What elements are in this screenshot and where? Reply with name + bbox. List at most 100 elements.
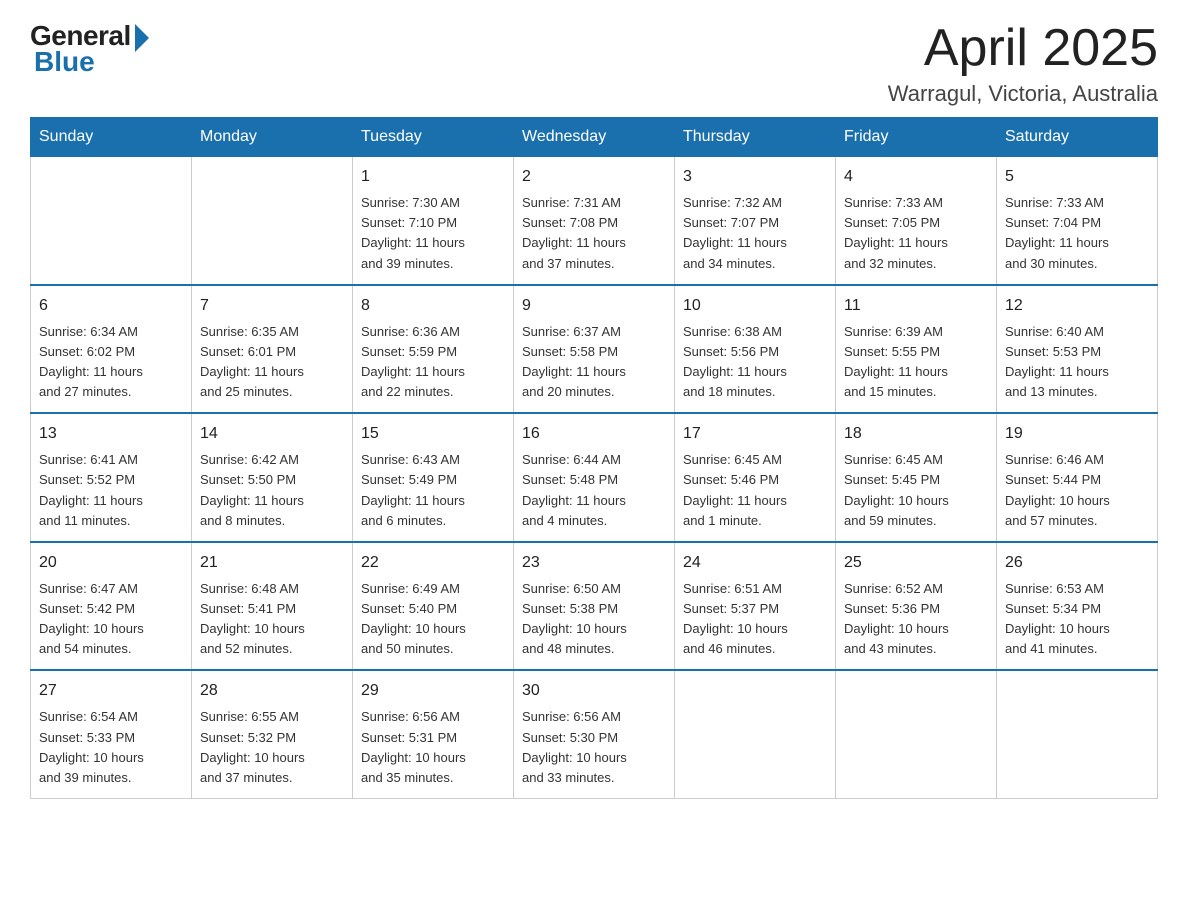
day-number: 30: [522, 679, 666, 703]
day-number: 28: [200, 679, 344, 703]
day-of-week-header: Wednesday: [514, 118, 675, 157]
day-info: Sunrise: 6:40 AM Sunset: 5:53 PM Dayligh…: [1005, 322, 1149, 403]
calendar-cell: 27Sunrise: 6:54 AM Sunset: 5:33 PM Dayli…: [31, 670, 192, 798]
calendar-cell: 5 Sunrise: 7:33 AM Sunset: 7:04 PM Daylig…: [997, 157, 1158, 285]
day-number: 7: [200, 294, 344, 318]
day-info: Sunrise: 6:47 AM Sunset: 5:42 PM Dayligh…: [39, 579, 183, 660]
day-info: Sunrise: 6:53 AM Sunset: 5:34 PM Dayligh…: [1005, 579, 1149, 660]
day-number: 15: [361, 422, 505, 446]
calendar-cell: 23 Sunrise: 6:50 AM Sunset: 5:38 PM Dayli…: [514, 542, 675, 671]
title-block: April 2025 Warragul, Victoria, Australia: [888, 20, 1158, 107]
day-number: 3: [683, 165, 827, 189]
day-info: Sunrise: 7:32 AM Sunset: 7:07 PM Dayligh…: [683, 193, 827, 274]
logo-blue-text: Blue: [34, 46, 95, 78]
day-number: 6: [39, 294, 183, 318]
day-info: Sunrise: 6:52 AM Sunset: 5:36 PM Dayligh…: [844, 579, 988, 660]
day-number: 2: [522, 165, 666, 189]
calendar-week-row: 6Sunrise: 6:34 AM Sunset: 6:02 PM Daylig…: [31, 285, 1158, 414]
day-number: 26: [1005, 551, 1149, 575]
day-number: 19: [1005, 422, 1149, 446]
day-of-week-header: Tuesday: [353, 118, 514, 157]
calendar-cell: 9Sunrise: 6:37 AM Sunset: 5:58 PM Daylig…: [514, 285, 675, 414]
calendar-header-row: SundayMondayTuesdayWednesdayThursdayFrid…: [31, 118, 1158, 157]
day-number: 23: [522, 551, 666, 575]
day-of-week-header: Monday: [192, 118, 353, 157]
page-header: General Blue April 2025 Warragul, Victor…: [30, 20, 1158, 107]
calendar-cell: 24 Sunrise: 6:51 AM Sunset: 5:37 PM Dayli…: [675, 542, 836, 671]
day-info: Sunrise: 6:55 AM Sunset: 5:32 PM Dayligh…: [200, 707, 344, 788]
calendar-week-row: 20 Sunrise: 6:47 AM Sunset: 5:42 PM Dayli…: [31, 542, 1158, 671]
day-info: Sunrise: 7:33 AM Sunset: 7:04 PM Dayligh…: [1005, 193, 1149, 274]
calendar-cell: 18Sunrise: 6:45 AM Sunset: 5:45 PM Dayli…: [836, 413, 997, 542]
day-number: 13: [39, 422, 183, 446]
day-info: Sunrise: 6:51 AM Sunset: 5:37 PM Dayligh…: [683, 579, 827, 660]
day-info: Sunrise: 6:42 AM Sunset: 5:50 PM Dayligh…: [200, 450, 344, 531]
calendar-title: April 2025: [888, 20, 1158, 77]
day-info: Sunrise: 6:56 AM Sunset: 5:31 PM Dayligh…: [361, 707, 505, 788]
day-number: 16: [522, 422, 666, 446]
day-info: Sunrise: 6:43 AM Sunset: 5:49 PM Dayligh…: [361, 450, 505, 531]
calendar-cell: [192, 157, 353, 285]
logo: General Blue: [30, 20, 149, 78]
day-info: Sunrise: 6:50 AM Sunset: 5:38 PM Dayligh…: [522, 579, 666, 660]
calendar-cell: 4Sunrise: 7:33 AM Sunset: 7:05 PM Daylig…: [836, 157, 997, 285]
calendar-cell: 2 Sunrise: 7:31 AM Sunset: 7:08 PM Daylig…: [514, 157, 675, 285]
day-info: Sunrise: 6:37 AM Sunset: 5:58 PM Dayligh…: [522, 322, 666, 403]
day-number: 10: [683, 294, 827, 318]
calendar-cell: 3 Sunrise: 7:32 AM Sunset: 7:07 PM Daylig…: [675, 157, 836, 285]
calendar-cell: 10 Sunrise: 6:38 AM Sunset: 5:56 PM Dayli…: [675, 285, 836, 414]
day-number: 12: [1005, 294, 1149, 318]
calendar-cell: 16 Sunrise: 6:44 AM Sunset: 5:48 PM Dayli…: [514, 413, 675, 542]
calendar-cell: 1 Sunrise: 7:30 AM Sunset: 7:10 PM Daylig…: [353, 157, 514, 285]
day-number: 22: [361, 551, 505, 575]
calendar-cell: 26 Sunrise: 6:53 AM Sunset: 5:34 PM Dayli…: [997, 542, 1158, 671]
day-number: 24: [683, 551, 827, 575]
calendar-week-row: 13 Sunrise: 6:41 AM Sunset: 5:52 PM Dayli…: [31, 413, 1158, 542]
calendar-cell: 13 Sunrise: 6:41 AM Sunset: 5:52 PM Dayli…: [31, 413, 192, 542]
calendar-location: Warragul, Victoria, Australia: [888, 81, 1158, 107]
calendar-cell: 17 Sunrise: 6:45 AM Sunset: 5:46 PM Dayli…: [675, 413, 836, 542]
day-info: Sunrise: 6:44 AM Sunset: 5:48 PM Dayligh…: [522, 450, 666, 531]
logo-arrow-icon: [135, 24, 149, 52]
calendar-cell: 14 Sunrise: 6:42 AM Sunset: 5:50 PM Dayli…: [192, 413, 353, 542]
calendar-cell: [31, 157, 192, 285]
day-number: 11: [844, 294, 988, 318]
day-info: Sunrise: 6:35 AM Sunset: 6:01 PM Dayligh…: [200, 322, 344, 403]
calendar-week-row: 27Sunrise: 6:54 AM Sunset: 5:33 PM Dayli…: [31, 670, 1158, 798]
day-of-week-header: Thursday: [675, 118, 836, 157]
day-number: 5: [1005, 165, 1149, 189]
calendar-table: SundayMondayTuesdayWednesdayThursdayFrid…: [30, 117, 1158, 799]
calendar-cell: 7 Sunrise: 6:35 AM Sunset: 6:01 PM Daylig…: [192, 285, 353, 414]
calendar-cell: 29 Sunrise: 6:56 AM Sunset: 5:31 PM Dayli…: [353, 670, 514, 798]
calendar-cell: 11Sunrise: 6:39 AM Sunset: 5:55 PM Dayli…: [836, 285, 997, 414]
day-info: Sunrise: 6:49 AM Sunset: 5:40 PM Dayligh…: [361, 579, 505, 660]
calendar-cell: 22 Sunrise: 6:49 AM Sunset: 5:40 PM Dayli…: [353, 542, 514, 671]
calendar-cell: [997, 670, 1158, 798]
day-info: Sunrise: 6:48 AM Sunset: 5:41 PM Dayligh…: [200, 579, 344, 660]
calendar-cell: [675, 670, 836, 798]
day-number: 8: [361, 294, 505, 318]
day-info: Sunrise: 6:38 AM Sunset: 5:56 PM Dayligh…: [683, 322, 827, 403]
calendar-cell: 6Sunrise: 6:34 AM Sunset: 6:02 PM Daylig…: [31, 285, 192, 414]
day-number: 21: [200, 551, 344, 575]
calendar-cell: 15 Sunrise: 6:43 AM Sunset: 5:49 PM Dayli…: [353, 413, 514, 542]
day-number: 29: [361, 679, 505, 703]
day-info: Sunrise: 6:56 AM Sunset: 5:30 PM Dayligh…: [522, 707, 666, 788]
day-number: 20: [39, 551, 183, 575]
day-info: Sunrise: 7:33 AM Sunset: 7:05 PM Dayligh…: [844, 193, 988, 274]
day-info: Sunrise: 6:41 AM Sunset: 5:52 PM Dayligh…: [39, 450, 183, 531]
day-info: Sunrise: 6:46 AM Sunset: 5:44 PM Dayligh…: [1005, 450, 1149, 531]
day-info: Sunrise: 6:45 AM Sunset: 5:46 PM Dayligh…: [683, 450, 827, 531]
day-info: Sunrise: 7:30 AM Sunset: 7:10 PM Dayligh…: [361, 193, 505, 274]
calendar-cell: 25Sunrise: 6:52 AM Sunset: 5:36 PM Dayli…: [836, 542, 997, 671]
day-info: Sunrise: 6:45 AM Sunset: 5:45 PM Dayligh…: [844, 450, 988, 531]
calendar-week-row: 1 Sunrise: 7:30 AM Sunset: 7:10 PM Daylig…: [31, 157, 1158, 285]
calendar-cell: [836, 670, 997, 798]
day-number: 14: [200, 422, 344, 446]
day-number: 17: [683, 422, 827, 446]
calendar-cell: 8Sunrise: 6:36 AM Sunset: 5:59 PM Daylig…: [353, 285, 514, 414]
day-number: 1: [361, 165, 505, 189]
calendar-cell: 12 Sunrise: 6:40 AM Sunset: 5:53 PM Dayli…: [997, 285, 1158, 414]
calendar-cell: 20 Sunrise: 6:47 AM Sunset: 5:42 PM Dayli…: [31, 542, 192, 671]
day-info: Sunrise: 7:31 AM Sunset: 7:08 PM Dayligh…: [522, 193, 666, 274]
